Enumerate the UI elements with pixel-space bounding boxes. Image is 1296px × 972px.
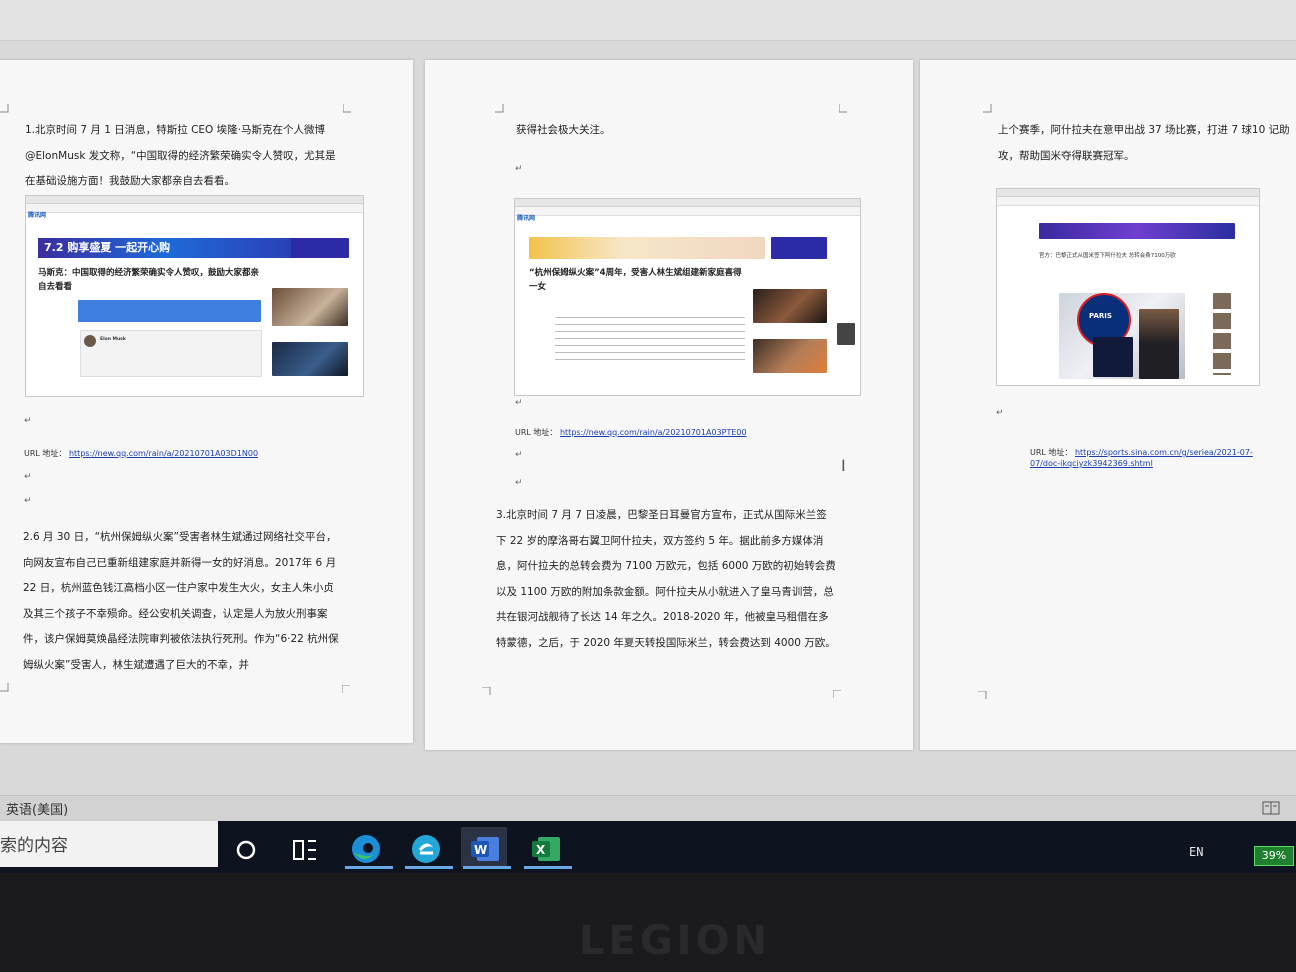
- paragraph-psg[interactable]: 3.北京时间 7 月 7 日凌晨，巴黎圣日耳曼官方宣布，正式从国际米兰签下 22…: [496, 503, 836, 656]
- svg-text:W: W: [474, 843, 487, 857]
- margin-corner: [495, 104, 504, 113]
- paragraph-mark: ↵: [515, 398, 523, 408]
- margin-corner: [978, 691, 987, 699]
- document-page-2[interactable]: 获得社会极大关注。 ↵ 腾讯网 “杭州保姆纵火案”4周年，受害人林生斌组建新家庭…: [425, 60, 913, 750]
- article-headline: 马斯克：中国取得的经济繁荣确实令人赞叹，鼓励大家都亲自去看看: [38, 268, 260, 292]
- avatar: [84, 335, 96, 347]
- margin-corner: [342, 685, 350, 693]
- margin-corner: [343, 104, 351, 113]
- article-headline: “杭州保姆纵火案”4周年，受害人林生斌组建新家庭喜得一女: [529, 268, 742, 292]
- url-line-3: URL 地址： https://sports.sina.com.cn/g/ser…: [1030, 447, 1270, 469]
- paragraph-mark: ↵: [515, 478, 523, 488]
- svg-text:X: X: [536, 843, 546, 857]
- browser-360-icon[interactable]: [403, 827, 453, 869]
- news-photo: [753, 289, 827, 323]
- excel-app-icon[interactable]: X: [522, 827, 572, 869]
- margin-corner: [839, 104, 847, 113]
- ad-banner: [1039, 223, 1235, 239]
- paragraph-mark: ↵: [515, 164, 523, 174]
- ad-banner: [529, 237, 765, 259]
- read-mode-icon[interactable]: [1262, 801, 1280, 815]
- qr-ad: [291, 238, 349, 258]
- edge-browser-icon[interactable]: [343, 827, 393, 869]
- screen: 1.北京时间 7 月 1 日消息，特斯拉 CEO 埃隆·马斯克在个人微博@Elo…: [0, 0, 1296, 868]
- status-bar: 英语(美国): [0, 795, 1296, 822]
- active-indicator: [345, 866, 393, 869]
- brand-label: 腾讯网: [517, 215, 536, 222]
- sidebar-photos: [1213, 293, 1231, 375]
- margin-corner: [983, 104, 992, 113]
- text-cursor-icon: I: [841, 456, 846, 475]
- paragraph-mark: ↵: [24, 472, 32, 482]
- ad-banner: 7.2 购享盛夏 一起开心购: [38, 238, 294, 258]
- tweet-user: Elon Musk: [100, 337, 126, 342]
- url-line-2: URL 地址： https://new.qq.com/rain/a/202107…: [515, 427, 747, 438]
- document-page-3[interactable]: 上个赛季，阿什拉夫在意甲出战 37 场比赛，打进 7 球10 记助攻，帮助国米夺…: [920, 60, 1296, 750]
- qr-code: [837, 323, 855, 345]
- selected-text-block: [78, 300, 261, 322]
- active-indicator: [463, 866, 511, 869]
- news-photo: [272, 288, 348, 326]
- paragraph-musk[interactable]: 1.北京时间 7 月 1 日消息，特斯拉 CEO 埃隆·马斯克在个人微博@Elo…: [25, 118, 343, 195]
- url-link[interactable]: https://new.qq.com/rain/a/20210701A03D1N…: [69, 449, 258, 458]
- url-line-1: URL 地址： https://new.qq.com/rain/a/202107…: [24, 448, 258, 459]
- paragraph-mark: ↵: [24, 496, 32, 506]
- margin-corner: [833, 690, 841, 698]
- jersey: [1093, 337, 1133, 377]
- news-photo: [753, 339, 827, 373]
- url-label: URL 地址：: [515, 428, 558, 437]
- crest-label: PARIS: [1089, 312, 1112, 320]
- cortana-icon[interactable]: [225, 827, 271, 867]
- paragraph-mark: ↵: [515, 450, 523, 460]
- taskbar: 索的内容 W X EN 39%: [0, 821, 1296, 873]
- player: [1139, 309, 1179, 379]
- taskbar-search-box[interactable]: 索的内容: [0, 821, 218, 867]
- document-page-1[interactable]: 1.北京时间 7 月 1 日消息，特斯拉 CEO 埃隆·马斯克在个人微博@Elo…: [0, 60, 413, 743]
- input-language-indicator[interactable]: EN: [1189, 845, 1203, 859]
- paragraph-continued[interactable]: 获得社会极大关注。: [516, 118, 836, 144]
- url-label: URL 地址：: [1030, 448, 1073, 457]
- screenshot-image-psg: 官方：巴黎正式从国米签下阿什拉夫 总转会费7100万欧 PARIS: [996, 188, 1260, 386]
- article-body-lines: [555, 317, 745, 365]
- search-placeholder: 索的内容: [0, 836, 68, 856]
- margin-corner: [482, 687, 491, 695]
- screenshot-image-hangzhou: 腾讯网 “杭州保姆纵火案”4周年，受害人林生斌组建新家庭喜得一女: [514, 198, 861, 396]
- word-app-icon[interactable]: W: [461, 827, 511, 869]
- battery-indicator[interactable]: 39%: [1254, 846, 1294, 866]
- screenshot-image-musk: 腾讯网 7.2 购享盛夏 一起开心购 马斯克：中国取得的经济繁荣确实令人赞叹，鼓…: [25, 195, 364, 397]
- paragraph-mark: ↵: [996, 408, 1004, 418]
- article-headline: 官方：巴黎正式从国米签下阿什拉夫 总转会费7100万欧: [1039, 253, 1176, 259]
- qr-ad: [771, 237, 827, 259]
- paragraph-mark: ↵: [24, 416, 32, 426]
- language-indicator[interactable]: 英语(美国): [6, 799, 68, 818]
- bezel-logo: LEGION: [579, 918, 772, 964]
- news-photo: [272, 342, 348, 376]
- active-indicator: [524, 866, 572, 869]
- url-label: URL 地址：: [24, 449, 67, 458]
- margin-corner: [0, 104, 9, 113]
- active-indicator: [405, 866, 453, 869]
- url-link[interactable]: https://new.qq.com/rain/a/20210701A03PTE…: [560, 428, 747, 437]
- margin-corner: [0, 683, 9, 692]
- brand-label: 腾讯网: [28, 212, 47, 219]
- paragraph-hangzhou[interactable]: 2.6 月 30 日，“杭州保姆纵火案”受害者林生斌通过网络社交平台，向网友宣布…: [23, 525, 343, 678]
- ribbon-area: [0, 0, 1296, 41]
- paragraph-season[interactable]: 上个赛季，阿什拉夫在意甲出战 37 场比赛，打进 7 球10 记助攻，帮助国米夺…: [998, 118, 1290, 169]
- task-view-icon[interactable]: [282, 827, 328, 867]
